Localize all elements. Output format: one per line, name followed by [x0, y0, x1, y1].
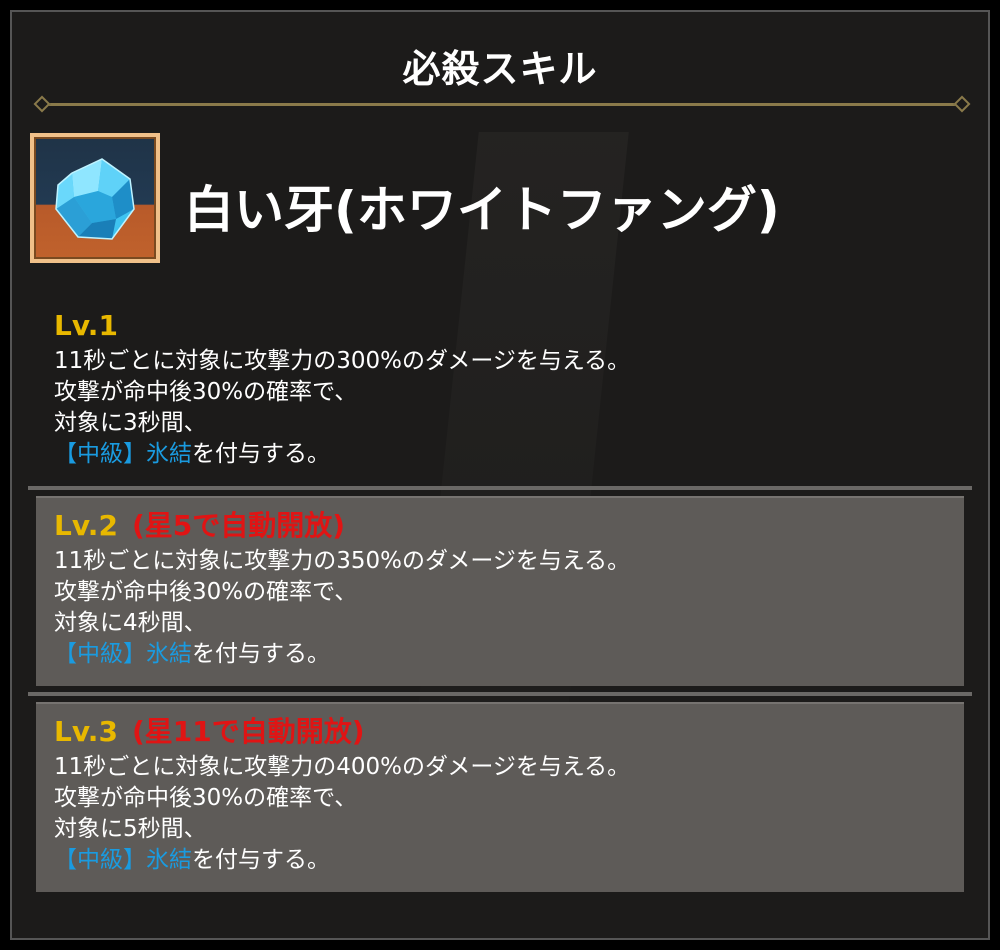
level-description-line: 対象に4秒間、: [54, 610, 207, 636]
level-description-line: 攻撃が命中後30%の確率で、: [54, 579, 358, 605]
status-suffix: を付与する。: [192, 847, 330, 873]
skill-dialog: 必殺スキル 白い牙(ホワイトファング) Lv.1 11秒ごとに対象に攻撃力の30…: [10, 10, 990, 940]
skill-level-1: Lv.1 11秒ごとに対象に攻撃力の300%のダメージを与える。 攻撃が命中後3…: [54, 308, 630, 470]
level-status-line: 【中級】氷結を付与する。: [54, 639, 630, 670]
level-label: Lv.2: [54, 509, 118, 542]
divider-diamond-icon: [953, 95, 971, 113]
status-tag: 【中級】: [54, 847, 146, 873]
level-description-line: 対象に5秒間、: [54, 816, 207, 842]
title-divider: [33, 95, 971, 113]
unlock-condition: (星5で自動開放): [131, 509, 346, 542]
skill-level-3-panel: Lv.3 (星11で自動開放) 11秒ごとに対象に攻撃力の400%のダメージを与え…: [36, 702, 964, 892]
level-label: Lv.1: [54, 309, 118, 342]
skill-level-3: Lv.3 (星11で自動開放) 11秒ごとに対象に攻撃力の400%のダメージを与え…: [54, 714, 630, 876]
level-description-line: 攻撃が命中後30%の確率で、: [54, 379, 358, 405]
skill-level-2-panel: Lv.2 (星5で自動開放) 11秒ごとに対象に攻撃力の350%のダメージを与える…: [36, 496, 964, 686]
unlock-condition: (星11で自動開放): [131, 715, 365, 748]
status-suffix: を付与する。: [192, 641, 330, 667]
status-name: 氷結: [146, 441, 192, 467]
level-description-line: 11秒ごとに対象に攻撃力の350%のダメージを与える。: [54, 548, 631, 574]
level-description-line: 攻撃が命中後30%の確率で、: [54, 785, 358, 811]
status-name: 氷結: [146, 847, 192, 873]
status-name: 氷結: [146, 641, 192, 667]
level-heading: Lv.2 (星5で自動開放): [54, 508, 630, 544]
level-description-line: 11秒ごとに対象に攻撃力の300%のダメージを与える。: [54, 348, 631, 374]
status-tag: 【中級】: [54, 441, 146, 467]
level-status-line: 【中級】氷結を付与する。: [54, 845, 630, 876]
dialog-title: 必殺スキル: [402, 47, 598, 91]
level-description-line: 対象に3秒間、: [54, 410, 207, 436]
level-separator: [28, 486, 972, 490]
skill-level-2: Lv.2 (星5で自動開放) 11秒ごとに対象に攻撃力の350%のダメージを与える…: [54, 508, 630, 670]
level-heading: Lv.1: [54, 308, 630, 344]
level-label: Lv.3: [54, 715, 118, 748]
level-description-line: 11秒ごとに対象に攻撃力の400%のダメージを与える。: [54, 754, 631, 780]
level-heading: Lv.3 (星11で自動開放): [54, 714, 630, 750]
status-tag: 【中級】: [54, 641, 146, 667]
ice-crystal-icon: [30, 133, 160, 263]
level-separator: [28, 692, 972, 696]
divider-diamond-icon: [33, 95, 51, 113]
status-suffix: を付与する。: [192, 441, 330, 467]
level-status-line: 【中級】氷結を付与する。: [54, 439, 630, 470]
skill-name: 白い牙(ホワイトファング): [184, 181, 780, 239]
